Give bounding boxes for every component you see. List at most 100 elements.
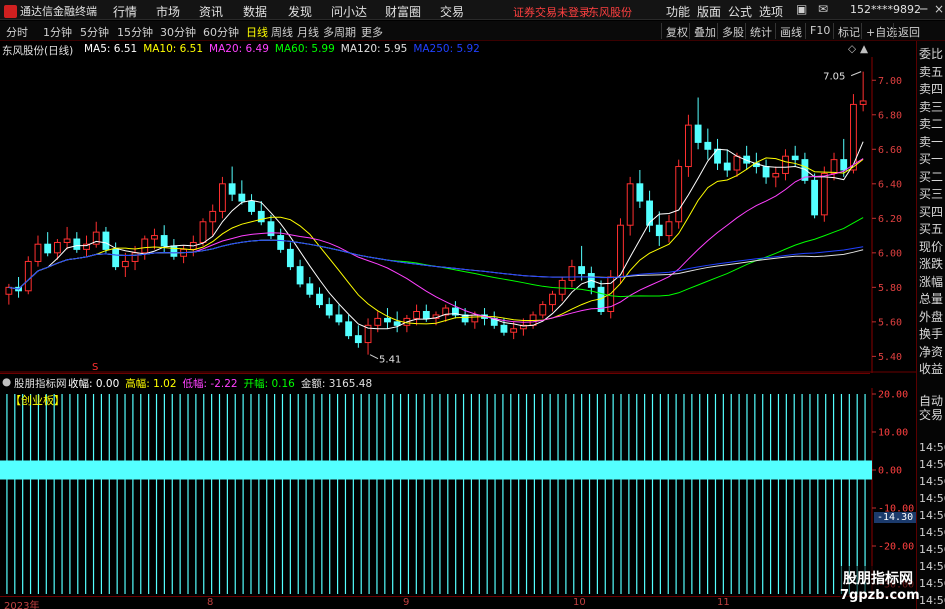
candle-body	[684, 124, 692, 168]
period-tab-5min[interactable]: 5分钟	[80, 24, 109, 40]
menu-item-options[interactable]: 选项	[759, 3, 783, 20]
side-panel-label[interactable]: 净资	[919, 343, 943, 360]
candle-body	[277, 235, 285, 250]
menu-item-market[interactable]: 行情	[113, 3, 137, 20]
candle-body	[646, 200, 653, 226]
menu-item-wealth[interactable]: 财富圈	[385, 3, 421, 20]
ma-legend: MA5: 6.51 MA10: 6.51 MA20: 6.49 MA60: 5.99 M…	[84, 43, 480, 55]
candle-body	[248, 200, 255, 212]
candle-body	[325, 304, 333, 316]
side-panel-label[interactable]: 涨跌	[919, 255, 943, 272]
statistics-button[interactable]: 统计	[745, 23, 776, 39]
side-panel-label[interactable]: 卖四	[919, 80, 943, 97]
f10-button[interactable]: F10	[805, 23, 834, 39]
draw-line-button[interactable]: 画线	[775, 23, 806, 39]
ma-legend-item: MA120: 5.95	[340, 43, 408, 55]
period-tab-60min[interactable]: 60分钟	[203, 24, 239, 40]
candle-body	[791, 155, 799, 161]
candlestick-chart[interactable]: 7.00 6.80 6.60 6.40 6.20 6.00 5.80 5.60 5.40 7.05…	[0, 57, 916, 373]
candle	[675, 159, 683, 229]
stock-name-title: 东风股份	[588, 6, 632, 19]
tick-time: 14:56	[919, 475, 945, 488]
side-panel-label[interactable]: 卖五	[919, 63, 943, 80]
x-tick: 8	[207, 597, 214, 608]
candle-body	[665, 221, 673, 237]
y-tick-label: 5.80	[878, 283, 902, 294]
candle-body	[238, 193, 246, 202]
side-panel-label[interactable]: 交易	[919, 406, 943, 423]
user-account[interactable]: 152****9892	[850, 3, 921, 16]
tick-time: 14:56	[919, 492, 945, 505]
period-tab-more[interactable]: 更多	[361, 24, 383, 40]
ma-legend-item: MA5: 6.51	[84, 43, 138, 55]
candle-body	[393, 321, 401, 326]
side-panel-label[interactable]: 买一	[919, 150, 943, 167]
multi-stock-button[interactable]: 多股	[717, 23, 748, 39]
candle-body	[733, 155, 741, 171]
x-tick: 11	[717, 597, 730, 608]
period-tab-weekly[interactable]: 周线	[271, 24, 293, 40]
side-panel-label[interactable]: 卖二	[919, 115, 943, 132]
side-panel-label[interactable]: 涨幅	[919, 273, 943, 290]
minimize-icon[interactable]: ─	[920, 2, 927, 16]
candle-body	[510, 328, 518, 333]
menu-item-function[interactable]: 功能	[666, 3, 690, 20]
side-panel-label[interactable]: 收益	[919, 360, 943, 377]
chevron-up-icon[interactable]: ▲	[860, 43, 868, 55]
indicator-tick-label: 10.00	[878, 428, 908, 439]
tick-time: 14:56	[919, 543, 945, 556]
menu-bar: 通达信金融终端 行情 市场 资讯 数据 发现 问小达 财富圈 交易 证券交易未登…	[0, 0, 945, 20]
side-panel-label[interactable]: 委比	[919, 45, 943, 62]
side-panel-label[interactable]: 外盘	[919, 308, 943, 325]
side-panel-label[interactable]: 现价	[919, 238, 943, 255]
menu-item-ask[interactable]: 问小达	[331, 3, 367, 20]
overlay-button[interactable]: 叠加	[689, 23, 720, 39]
side-panel-label[interactable]: 买三	[919, 185, 943, 202]
menu-item-news[interactable]: 资讯	[199, 3, 223, 20]
menu-item-layout[interactable]: 版面	[697, 3, 721, 20]
side-panel-label[interactable]: 换手	[919, 325, 943, 342]
candle-body	[568, 266, 576, 281]
indicator-dot-icon: ●	[2, 376, 12, 388]
candle-body	[316, 293, 323, 306]
menu-item-formula[interactable]: 公式	[728, 3, 752, 20]
indicator-chart[interactable]: 20.0010.000.00-10.00-20.00-30.00	[0, 388, 916, 596]
menu-item-exchange[interactable]: 市场	[156, 3, 180, 20]
period-tab-1min[interactable]: 1分钟	[43, 24, 72, 40]
menu-item-data[interactable]: 数据	[243, 3, 267, 20]
candle-body	[306, 283, 314, 295]
diamond-icon[interactable]: ◇	[848, 43, 856, 55]
mark-button[interactable]: 标记	[833, 23, 864, 39]
candle-body	[422, 311, 430, 319]
period-tab-intraday[interactable]: 分时	[6, 24, 28, 40]
tick-time: 14:56	[919, 526, 945, 539]
candle-body	[24, 260, 32, 292]
side-panel-label[interactable]: 买四	[919, 203, 943, 220]
menu-item-trade[interactable]: 交易	[440, 3, 464, 20]
side-panel-label[interactable]: 总量	[919, 290, 943, 307]
side-panel-label[interactable]: 卖一	[919, 133, 943, 150]
period-tab-30min[interactable]: 30分钟	[160, 24, 196, 40]
login-notice[interactable]: 证券交易未登录	[513, 4, 590, 20]
close-icon[interactable]: ×	[934, 2, 944, 16]
candle-body	[141, 238, 149, 254]
candle	[850, 94, 857, 174]
period-tab-15min[interactable]: 15分钟	[117, 24, 153, 40]
adjust-button[interactable]: 复权	[661, 23, 692, 39]
indicator-band	[0, 460, 872, 480]
x-axis: 2023年 8 9 10 11	[0, 596, 916, 609]
ma-legend-item: MA250: 5.92	[413, 43, 480, 55]
back-button[interactable]: 返回	[893, 23, 924, 39]
side-panel-label[interactable]: 买五	[919, 220, 943, 237]
period-tab-multi[interactable]: 多周期	[323, 24, 356, 40]
candle	[24, 256, 32, 295]
menu-item-discover[interactable]: 发现	[288, 3, 312, 20]
quote-side-panel[interactable]: 委比 卖五 卖四 卖三 卖二 卖一 买一 买二 买三 买四 买五 现价 涨跌 涨幅 总量 外盘 换手 净资 收益 自动…	[916, 41, 945, 609]
skin-icon[interactable]: ▣	[796, 2, 807, 16]
side-panel-label[interactable]: 买二	[919, 168, 943, 185]
indicator-tick-label: 20.00	[878, 390, 908, 401]
message-icon[interactable]: ✉	[818, 2, 828, 16]
side-panel-label[interactable]: 卖三	[919, 98, 943, 115]
period-tab-monthly[interactable]: 月线	[297, 24, 319, 40]
period-tab-daily[interactable]: 日线	[246, 24, 268, 40]
